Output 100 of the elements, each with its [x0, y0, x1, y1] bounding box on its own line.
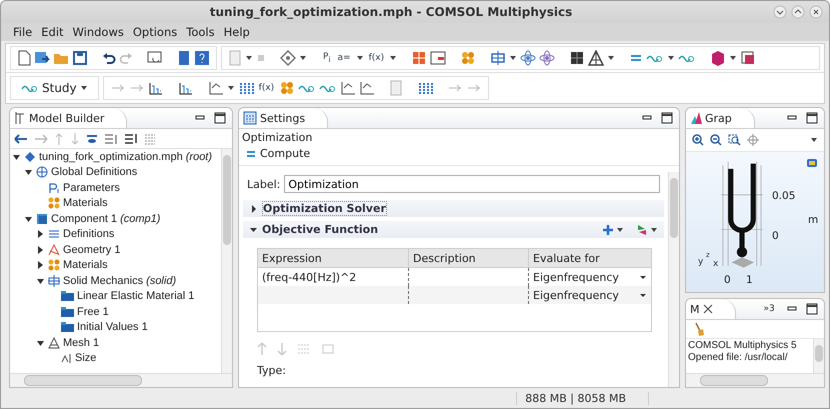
scrollbar[interactable]: [686, 373, 824, 387]
section-header[interactable]: Objective Function: [243, 221, 664, 238]
section-header[interactable]: Optimization Solver: [243, 200, 664, 217]
tree-item[interactable]: tuning_fork_optimization.mph (root): [39, 150, 212, 163]
clear-icon[interactable]: [694, 322, 704, 336]
list-icon[interactable]: [144, 132, 156, 144]
help-icon[interactable]: [194, 50, 210, 66]
plot-icon[interactable]: [340, 80, 356, 96]
scrollbar[interactable]: [813, 339, 824, 373]
mesh-icon[interactable]: [588, 50, 604, 66]
close-messages-icon[interactable]: [702, 304, 712, 314]
tree-item[interactable]: Free 1: [77, 306, 109, 318]
axis-label: m: [808, 214, 818, 226]
toolbar-glyph[interactable]: f(x): [366, 53, 386, 63]
plot-icon[interactable]: [359, 80, 376, 96]
column-header[interactable]: Description: [408, 249, 528, 267]
message-line: Opened file: /usr/local/: [688, 352, 788, 364]
tree-item[interactable]: Materials: [63, 259, 108, 272]
tree-item[interactable]: Solid Mechanics (solid): [63, 274, 176, 287]
camera-icon[interactable]: [806, 158, 818, 168]
window-title: tuning_fork_optimization.mph - COMSOL Multiphysics: [208, 5, 574, 19]
crosshair-icon[interactable]: [747, 134, 759, 146]
table-icon[interactable]: [417, 80, 434, 96]
atom-icon[interactable]: [520, 50, 536, 66]
scrollbar[interactable]: [221, 149, 232, 373]
panel-tab[interactable]: Grap: [686, 108, 755, 128]
tree-item[interactable]: Geometry 1: [63, 244, 120, 256]
window-icon[interactable]: [740, 50, 756, 66]
diamond-icon[interactable]: [280, 50, 296, 66]
undo-icon[interactable]: [102, 50, 116, 66]
expand-arrow-icon[interactable]: [36, 244, 45, 256]
book-icon[interactable]: [177, 50, 191, 66]
expand-arrow-icon[interactable]: [36, 228, 45, 240]
menu-item[interactable]: Tools: [186, 25, 215, 39]
expand-all-icon[interactable]: [104, 132, 118, 144]
plot-icon[interactable]: [208, 80, 224, 96]
expand-arrow-icon[interactable]: [249, 204, 258, 214]
cube-icon[interactable]: [710, 50, 726, 66]
table-cell[interactable]: (freq-440[Hz])^2: [258, 268, 408, 286]
physics-icon[interactable]: [490, 50, 506, 66]
convergence-icon[interactable]: [148, 80, 164, 96]
more-tabs-button[interactable]: »3: [736, 304, 781, 314]
menu-item[interactable]: Help: [224, 25, 250, 39]
panel-tab[interactable]: Settings: [239, 108, 328, 128]
materials-icon[interactable]: [279, 80, 296, 96]
zoom-out-icon[interactable]: [710, 134, 722, 146]
column-header[interactable]: Expression: [258, 249, 408, 267]
toolbar-glyph[interactable]: P$_{i}$: [321, 52, 333, 64]
graphics-icon: [690, 111, 702, 125]
tree-item[interactable]: Initial Values 1: [77, 321, 148, 334]
column-header[interactable]: Evaluate for: [528, 249, 651, 267]
tree-item[interactable]: Size: [75, 352, 96, 364]
maximize-icon[interactable]: [661, 112, 673, 124]
atom-icon[interactable]: [539, 50, 556, 66]
label-field[interactable]: Optimization: [284, 175, 660, 193]
collapse-all-icon[interactable]: [124, 132, 138, 144]
add-icon[interactable]: [602, 224, 614, 236]
equals-icon: [246, 148, 256, 158]
convergence-icon[interactable]: [178, 80, 194, 96]
panel-tab[interactable]: Model Builder: [10, 108, 128, 128]
close-icon[interactable]: [809, 5, 823, 19]
menu-item[interactable]: Edit: [41, 25, 64, 39]
save-icon[interactable]: [72, 50, 88, 66]
tree-item[interactable]: Materials: [63, 197, 108, 210]
scrollbar[interactable]: [10, 373, 232, 387]
table-icon[interactable]: [238, 80, 254, 96]
maximize-icon[interactable]: [806, 303, 818, 315]
open-model-icon[interactable]: [34, 50, 50, 66]
maximize-icon[interactable]: [806, 112, 818, 124]
tree-item[interactable]: Mesh 1: [63, 336, 100, 349]
window-icon[interactable]: [430, 50, 446, 66]
tree-item[interactable]: Linear Elastic Material 1: [77, 290, 194, 302]
zoom-in-icon[interactable]: [692, 134, 704, 146]
tree-item[interactable]: Parameters: [63, 182, 120, 194]
arrow-left-icon[interactable]: [14, 132, 28, 144]
materials-icon: [48, 259, 60, 272]
tree-item[interactable]: Definitions: [63, 228, 114, 240]
grid-icon[interactable]: [569, 50, 586, 66]
physics-icon: [48, 274, 60, 287]
axis-label: 0.05: [772, 190, 796, 202]
tree-item[interactable]: Global Definitions: [51, 166, 138, 178]
toolbar-glyph[interactable]: f(x): [256, 83, 276, 93]
menu-item[interactable]: File: [13, 25, 32, 39]
new-file-icon[interactable]: [17, 50, 31, 66]
menu-item[interactable]: Windows: [72, 25, 124, 39]
feature-icon: [60, 290, 74, 302]
feature-icon: [60, 321, 74, 334]
panel-tab[interactable]: M: [686, 299, 736, 319]
globe-icon: [36, 166, 48, 178]
diamond-icon: [24, 150, 36, 163]
tree-item[interactable]: Component 1 (comp1): [51, 212, 160, 225]
axis-label: 0: [772, 230, 779, 242]
materials-icon[interactable]: [460, 50, 476, 66]
maximize-icon[interactable]: [214, 112, 226, 124]
zoom-box-icon[interactable]: [728, 134, 741, 146]
expand-arrow-icon[interactable]: [36, 259, 45, 272]
scrollbar[interactable]: [668, 172, 679, 387]
compute-button[interactable]: Compute: [242, 146, 314, 161]
toolbar-glyph[interactable]: a=: [336, 53, 353, 63]
menu-item[interactable]: Options: [132, 25, 178, 39]
